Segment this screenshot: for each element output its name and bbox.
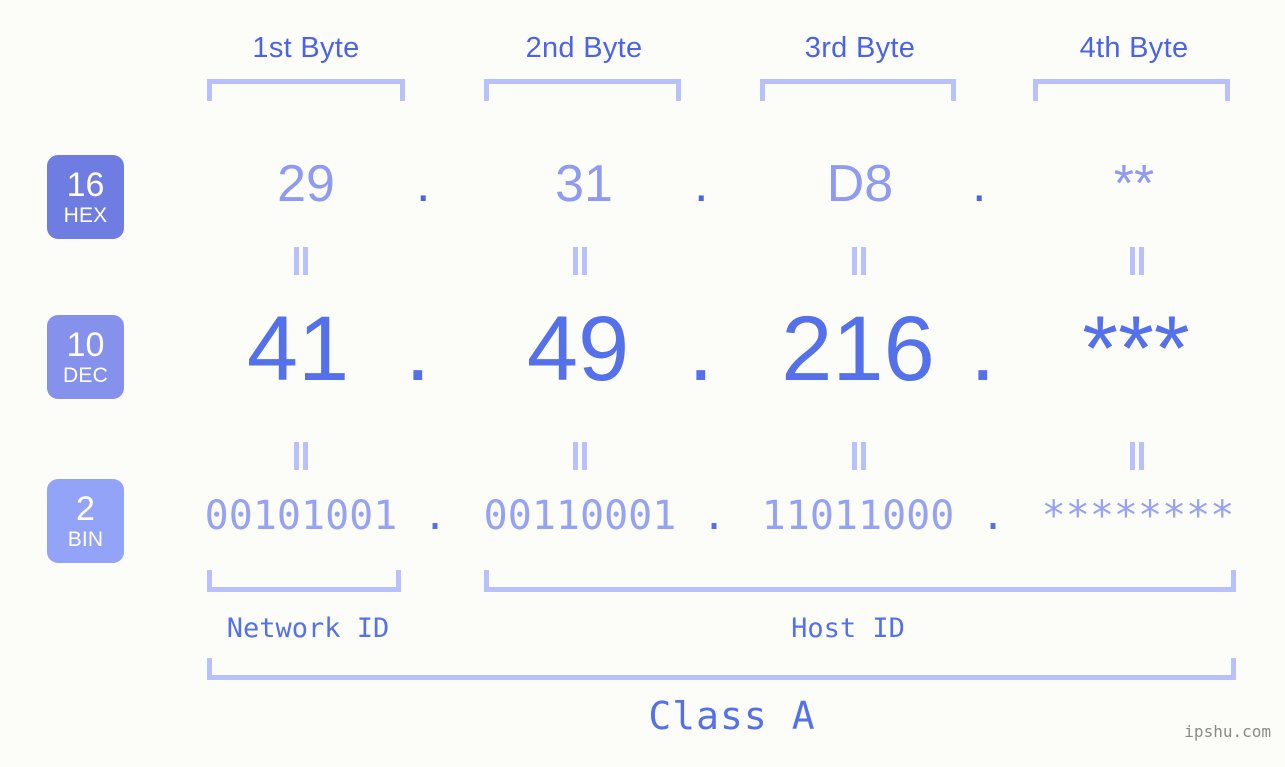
equals-connector-hex-dec-4	[1128, 247, 1146, 275]
class-bracket	[207, 658, 1236, 680]
equals-connector-hex-dec-1	[292, 247, 310, 275]
host-id-label: Host ID	[791, 613, 905, 644]
bin-byte-1: 00101001	[204, 493, 398, 539]
base-badge-dec: 10 DEC	[47, 315, 124, 399]
equals-connector-hex-dec-3	[850, 247, 868, 275]
base-badge-bin: 2 BIN	[47, 479, 124, 563]
bin-byte-2: 00110001	[483, 493, 677, 539]
byte-bracket-4	[1033, 79, 1230, 101]
dec-separator-1: .	[405, 298, 431, 400]
base-badge-hex: 16 HEX	[47, 155, 124, 239]
byte-bracket-3	[760, 79, 956, 101]
byte-bracket-1	[207, 79, 405, 101]
byte-header-2: 2nd Byte	[525, 32, 643, 64]
dec-byte-3: 216	[781, 298, 935, 400]
equals-connector-dec-bin-3	[850, 442, 868, 470]
byte-bracket-2	[484, 79, 681, 101]
dec-separator-2: .	[688, 298, 714, 400]
network-id-bracket	[207, 570, 401, 592]
bin-separator-2: .	[702, 493, 727, 539]
dec-byte-1: 41	[246, 298, 350, 400]
equals-connector-dec-bin-2	[571, 442, 589, 470]
network-id-label: Network ID	[226, 613, 390, 644]
dec-byte-2: 49	[526, 298, 630, 400]
hex-byte-4: **	[1113, 155, 1155, 213]
ip-address-diagram: 1st Byte 2nd Byte 3rd Byte 4th Byte 16 H…	[0, 0, 1285, 767]
base-badge-hex-name: HEX	[63, 204, 108, 227]
hex-byte-3: D8	[826, 155, 894, 213]
hex-byte-1: 29	[277, 155, 335, 213]
hex-separator-2: .	[694, 155, 709, 213]
class-label: Class A	[648, 694, 816, 738]
base-badge-dec-name: DEC	[63, 364, 108, 387]
base-badge-hex-number: 16	[66, 166, 105, 204]
dec-byte-4: ***	[1082, 298, 1190, 400]
equals-connector-dec-bin-4	[1128, 442, 1146, 470]
base-badge-bin-name: BIN	[67, 528, 104, 551]
dec-separator-3: .	[970, 298, 996, 400]
bin-separator-1: .	[423, 493, 448, 539]
host-id-bracket	[484, 570, 1236, 592]
hex-separator-3: .	[972, 155, 987, 213]
base-badge-bin-number: 2	[76, 490, 95, 528]
bin-separator-3: .	[981, 493, 1006, 539]
hex-separator-1: .	[416, 155, 431, 213]
equals-connector-dec-bin-1	[292, 442, 310, 470]
byte-header-4: 4th Byte	[1079, 32, 1189, 64]
byte-header-1: 1st Byte	[252, 32, 360, 64]
byte-header-3: 3rd Byte	[804, 32, 916, 64]
base-badge-dec-number: 10	[66, 326, 105, 364]
hex-byte-2: 31	[555, 155, 613, 213]
bin-byte-3: 11011000	[761, 493, 955, 539]
watermark: ipshu.com	[1184, 722, 1271, 741]
bin-byte-4: ********	[1041, 493, 1235, 539]
equals-connector-hex-dec-2	[571, 247, 589, 275]
